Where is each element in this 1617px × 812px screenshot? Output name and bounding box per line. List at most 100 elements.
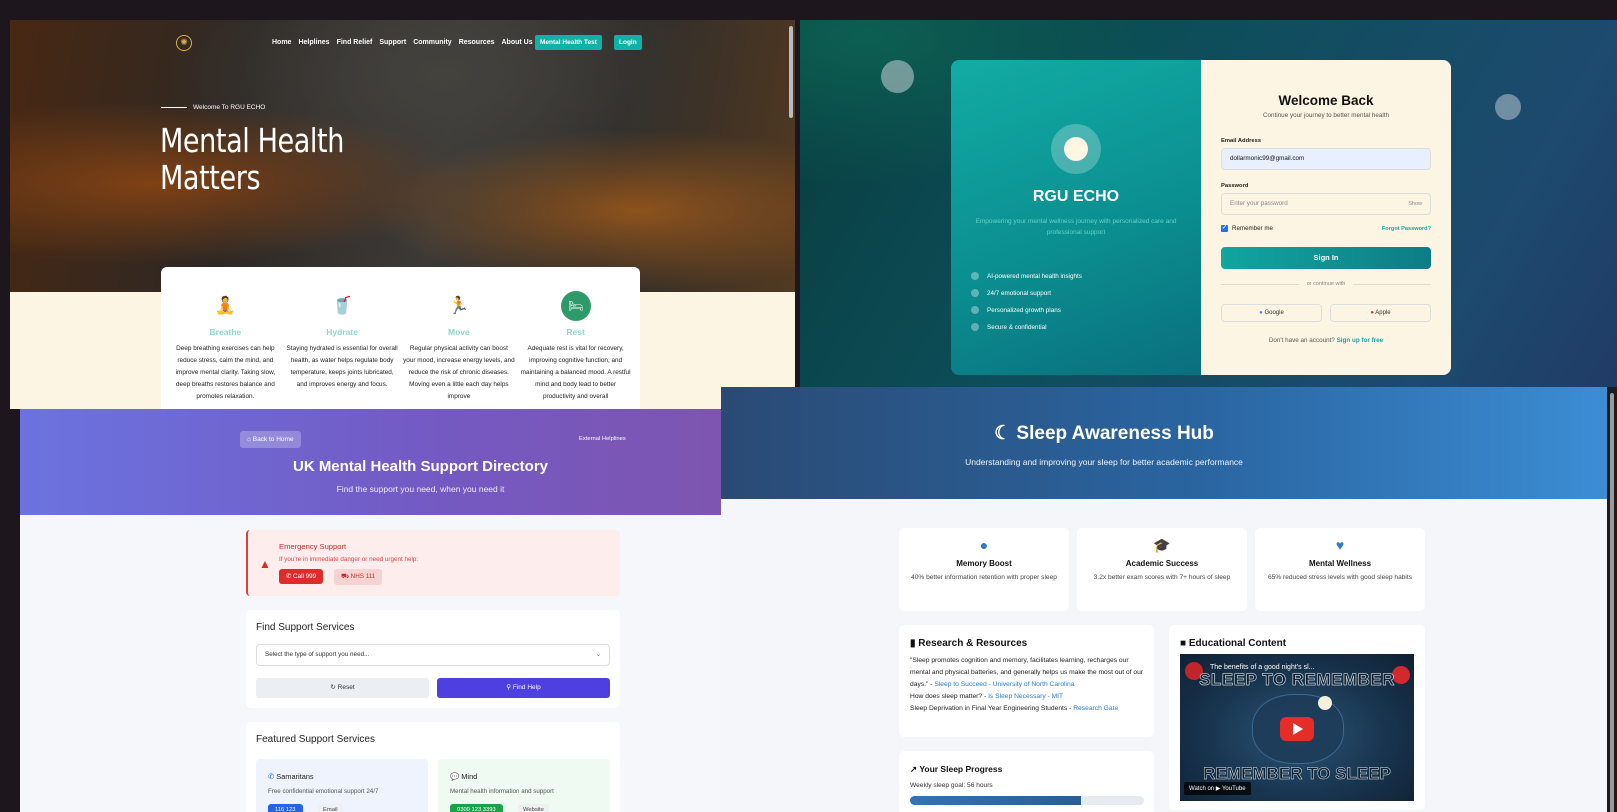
- feature-item: 24/7 emotional support: [971, 289, 1191, 297]
- drinking-icon: 🥤: [331, 296, 353, 315]
- play-button-icon[interactable]: [1280, 717, 1314, 741]
- nav-home[interactable]: Home: [272, 39, 291, 46]
- brand-panel: RGU ECHO Empowering your mental wellness…: [951, 60, 1201, 375]
- research-text: "Sleep promotes cognition and memory, fa…: [910, 655, 1145, 715]
- nav-helplines[interactable]: Helplines: [298, 39, 329, 46]
- brand-tagline: Empowering your mental wellness journey …: [975, 218, 1177, 236]
- signup-prompt: Don't have an account? Sign up for free: [1201, 337, 1451, 344]
- card-text: Adequate rest is vital for recovery, imp…: [520, 345, 631, 400]
- find-title: Find Support Services: [256, 622, 355, 633]
- heart-icon: [971, 289, 979, 297]
- exercise-icon: 🏃: [448, 296, 470, 315]
- email-field[interactable]: dollarmonic99@gmail.com: [1221, 148, 1431, 170]
- scrollbar[interactable]: [789, 26, 793, 118]
- feature-label: Secure & confidential: [987, 323, 1047, 331]
- welcome-line: Welcome To RGU ECHO: [161, 104, 265, 111]
- feature-item: Personalized growth plans: [971, 306, 1191, 314]
- directory-window: ⌂ Back to Home External Helplines UK Men…: [20, 409, 721, 812]
- phone-icon: ✆: [286, 573, 294, 580]
- google-label: Google: [1264, 310, 1284, 316]
- brand-name: RGU ECHO: [1032, 188, 1120, 205]
- decorative-bubble: [1495, 94, 1521, 120]
- moon-icon: [1318, 696, 1332, 710]
- stat-card-academic: 🎓 Academic Success 3.2x better exam scor…: [1077, 528, 1247, 611]
- watch-on-youtube-button[interactable]: Watch on ▶ YouTube: [1184, 782, 1251, 795]
- quote-link[interactable]: Sleep to Succeed - University of North C…: [934, 681, 1074, 688]
- nhs-111-button[interactable]: ⛟ NHS 111: [334, 569, 383, 585]
- video-text-top: SLEEP TO REMEMBER: [1199, 670, 1395, 690]
- sign-in-button[interactable]: Sign In: [1221, 247, 1431, 269]
- password-placeholder: Enter your password: [1230, 200, 1288, 207]
- apple-button[interactable]: ● Apple: [1330, 304, 1431, 322]
- reset-label: Reset: [337, 684, 355, 691]
- progress-bar: [910, 796, 1144, 805]
- edu-title-text: Educational Content: [1188, 638, 1287, 649]
- stat-card-wellness: ♥ Mental Wellness 65% reduced stress lev…: [1255, 528, 1425, 611]
- progress-fill: [910, 796, 1081, 805]
- top-navigation: ✺ Home Helplines Find Relief Support Com…: [10, 35, 795, 51]
- login-form: Welcome Back Continue your journey to be…: [1201, 60, 1451, 375]
- mit-link[interactable]: Is Sleep Necessary - MIT: [988, 693, 1063, 700]
- call-999-button[interactable]: ✆ Call 999: [279, 569, 324, 584]
- nav-resources[interactable]: Resources: [459, 39, 495, 46]
- service-phone-button[interactable]: 0300 123 3393: [450, 804, 503, 812]
- password-label: Password: [1221, 183, 1249, 189]
- bed-icon: 🛏: [560, 291, 591, 321]
- emergency-title: Emergency Support: [279, 542, 347, 551]
- hero-title: Mental Health Matters: [160, 121, 344, 197]
- site-logo-icon[interactable]: ✺: [176, 35, 192, 51]
- stat-card-memory: ● Memory Boost 40% better information re…: [899, 528, 1069, 611]
- remember-label: Remember me: [1232, 225, 1273, 232]
- growth-icon: [971, 306, 979, 314]
- login-card: RGU ECHO Empowering your mental wellness…: [951, 60, 1451, 375]
- login-button[interactable]: Login: [614, 35, 642, 50]
- video-text-bottom: REMEMBER TO SLEEP: [1203, 764, 1391, 784]
- feature-label: 24/7 emotional support: [987, 289, 1052, 297]
- back-to-home-button[interactable]: ⌂ Back to Home: [240, 431, 301, 448]
- signup-link[interactable]: Sign up for free: [1337, 337, 1384, 344]
- sleep-hub-window: ☾ Sleep Awareness Hub Understanding and …: [721, 387, 1617, 812]
- reset-button[interactable]: ↻ Reset: [256, 678, 429, 698]
- warning-icon: ▲: [259, 557, 271, 571]
- forgot-password-link[interactable]: Forgot Password?: [1382, 226, 1431, 232]
- password-field[interactable]: Enter your password Show: [1221, 193, 1431, 215]
- divider-text: or continue with: [1221, 281, 1431, 287]
- edu-title: ■ Educational Content: [1180, 638, 1286, 649]
- research-gate-link[interactable]: Research Gate: [1073, 705, 1118, 712]
- card-move: 🏃 Move Regular physical activity can boo…: [403, 291, 515, 409]
- card-rest: 🛏 Rest Adequate rest is vital for recove…: [520, 291, 632, 409]
- login-window: RGU ECHO Empowering your mental wellness…: [800, 20, 1617, 387]
- service-website-button[interactable]: Website: [518, 804, 549, 812]
- page-title: ☾ Sleep Awareness Hub: [721, 422, 1552, 445]
- nav-about-us[interactable]: About Us: [501, 39, 532, 46]
- card-title: Breathe: [209, 327, 242, 337]
- feature-label: Personalized growth plans: [987, 306, 1061, 314]
- brain-icon: ●: [979, 537, 989, 553]
- service-phone-button[interactable]: 116 123: [268, 804, 303, 812]
- directory-header: ⌂ Back to Home External Helplines UK Men…: [20, 409, 721, 515]
- service-name: 💬 Mind: [450, 772, 477, 781]
- youtube-video[interactable]: The benefits of a good night's sl... SLE…: [1180, 654, 1414, 801]
- card-text: Deep breathing exercises can help reduce…: [175, 345, 276, 400]
- stat-text: 3.2x better exam scores with 7+ hours of…: [1093, 574, 1231, 581]
- mental-health-test-button[interactable]: Mental Health Test: [535, 35, 602, 50]
- find-help-button[interactable]: ⚲ Find Help: [437, 678, 610, 698]
- select-placeholder: Select the type of support you need...: [265, 651, 370, 658]
- checkbox-checked-icon[interactable]: ✓: [1221, 225, 1228, 232]
- support-type-select[interactable]: Select the type of support you need... ⌄: [256, 644, 610, 666]
- nav-find-relief[interactable]: Find Relief: [337, 39, 373, 46]
- service-email-button[interactable]: Email: [318, 804, 343, 812]
- nav-community[interactable]: Community: [413, 39, 452, 46]
- nav-support[interactable]: Support: [379, 39, 406, 46]
- external-helplines-link[interactable]: External Helplines: [579, 436, 626, 442]
- show-password-toggle[interactable]: Show: [1408, 194, 1422, 214]
- hero-background: [10, 20, 795, 292]
- google-button[interactable]: ● Google: [1221, 304, 1322, 322]
- remember-me[interactable]: ✓ Remember me: [1221, 225, 1273, 232]
- sleep-header: ☾ Sleep Awareness Hub Understanding and …: [721, 387, 1617, 499]
- stat-title: Memory Boost: [956, 559, 1012, 568]
- scrollbar[interactable]: [1607, 387, 1617, 812]
- graduation-cap-icon: 🎓: [1153, 537, 1171, 553]
- service-name-label: Mind: [461, 772, 478, 781]
- card-breathe: 🧘 Breathe Deep breathing exercises can h…: [169, 291, 281, 409]
